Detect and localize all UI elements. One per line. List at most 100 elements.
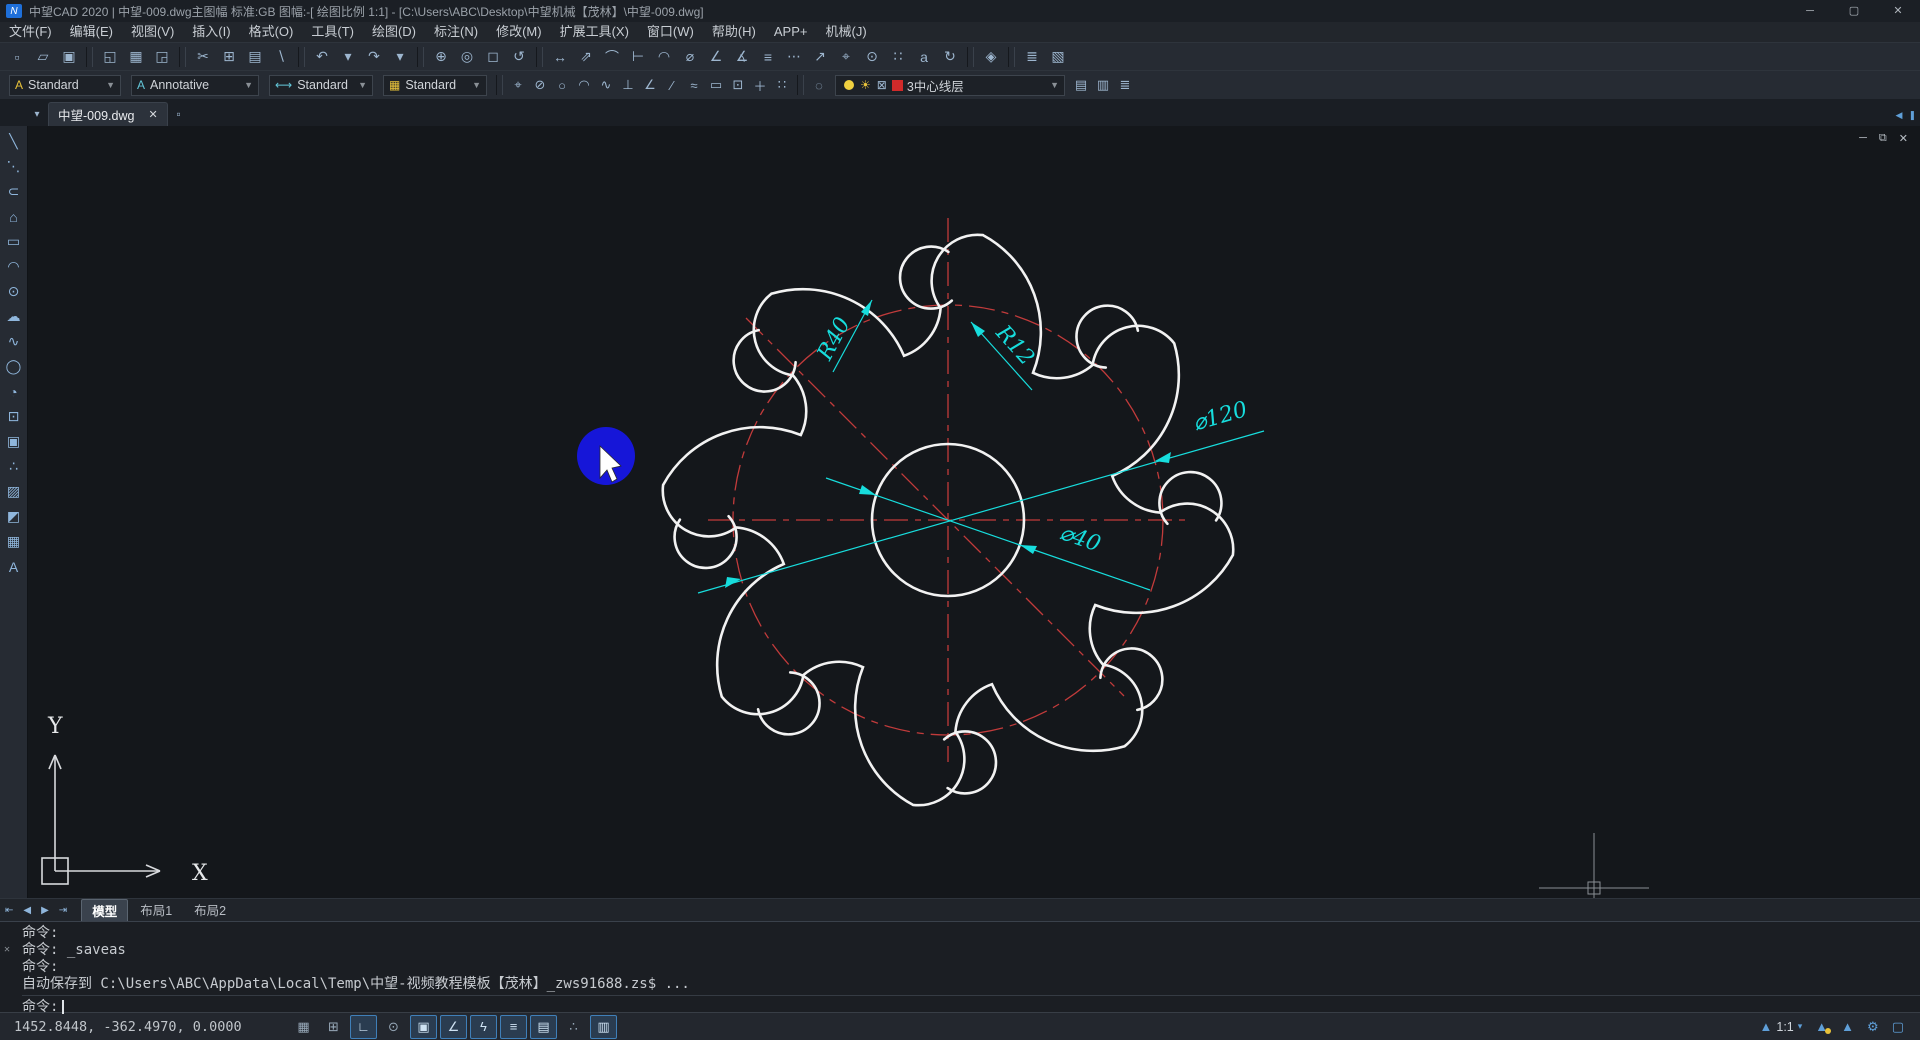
fullscreen-icon[interactable]: ▢ bbox=[1892, 1019, 1904, 1035]
new-button[interactable]: ▫ bbox=[5, 46, 29, 68]
tab-scroll-left-icon[interactable]: ◀ bbox=[1896, 110, 1903, 121]
dyn-input-toggle[interactable]: ϟ bbox=[470, 1015, 497, 1039]
circle-tool[interactable]: ⊙ bbox=[2, 279, 26, 304]
annotation-visibility-icon[interactable]: ▲ bbox=[1815, 1019, 1828, 1034]
quick-dim-button[interactable]: ∡ bbox=[730, 46, 754, 68]
cut-button[interactable]: ✂ bbox=[191, 46, 215, 68]
扩展工具(X)[interactable]: 扩展工具(X) bbox=[551, 22, 638, 42]
文件(F)[interactable]: 文件(F) bbox=[0, 22, 61, 42]
parallel-snap-icon[interactable]: ⁄ bbox=[661, 75, 683, 96]
arc-3point-tool[interactable]: ◠ bbox=[2, 254, 26, 279]
layer-previous-button[interactable]: ≣ bbox=[1114, 75, 1136, 96]
line-tool[interactable]: ╲ bbox=[2, 129, 26, 154]
print-button[interactable]: ▦ bbox=[124, 46, 148, 68]
标注(N)[interactable]: 标注(N) bbox=[425, 22, 487, 42]
command-window[interactable]: ✕ 命令: 命令: _saveas 命令: 自动保存到 C:\Users\ABC… bbox=[0, 921, 1920, 1012]
insertion-snap-icon[interactable]: ⊡ bbox=[727, 75, 749, 96]
annotation-style-combo[interactable]: A Annotative ▼ bbox=[131, 75, 259, 96]
zoom-window-button[interactable]: ◻ bbox=[481, 46, 505, 68]
redo-list-arrow[interactable]: ▾ bbox=[388, 46, 412, 68]
osnap-toggle[interactable]: ▣ bbox=[410, 1015, 437, 1039]
revcloud-tool[interactable]: ☁ bbox=[2, 304, 26, 329]
center-mark-button[interactable]: ⊙ bbox=[860, 46, 884, 68]
ordinate-dim-button[interactable]: ⊢ bbox=[626, 46, 650, 68]
arc-length-dim-button[interactable]: ⌒ bbox=[600, 46, 624, 68]
circle-snap-icon[interactable]: ○ bbox=[551, 75, 573, 96]
tolerance-button[interactable]: ⌖ bbox=[834, 46, 858, 68]
layer-states-button[interactable]: ▥ bbox=[1092, 75, 1114, 96]
ortho-toggle[interactable]: ∟ bbox=[350, 1015, 377, 1039]
tab-layout2[interactable]: 布局2 bbox=[184, 899, 236, 922]
tab-pin-icon[interactable]: ❚ bbox=[1908, 110, 1916, 121]
plot-preview-button[interactable]: ◱ bbox=[98, 46, 122, 68]
maximize-button[interactable]: ▢ bbox=[1832, 0, 1876, 22]
publish-button[interactable]: ◲ bbox=[150, 46, 174, 68]
open-button[interactable]: ▱ bbox=[31, 46, 55, 68]
angular-dim-button[interactable]: ∠ bbox=[704, 46, 728, 68]
tab-model[interactable]: 模型 bbox=[81, 899, 128, 922]
格式(O)[interactable]: 格式(O) bbox=[240, 22, 303, 42]
drawing-canvas[interactable]: ─ ⧉ ✕ bbox=[28, 126, 1920, 898]
minimize-button[interactable]: ─ bbox=[1788, 0, 1832, 22]
grid-toggle[interactable]: ▦ bbox=[290, 1015, 317, 1039]
first-layout-button[interactable]: ⇤ bbox=[0, 905, 18, 916]
dim-update-button[interactable]: ↻ bbox=[938, 46, 962, 68]
layer-combo[interactable]: ☀ ⊠ 3中心线层 ▼ bbox=[835, 75, 1065, 96]
aligned-dim-button[interactable]: ⇗ bbox=[574, 46, 598, 68]
new-sheet-button[interactable]: ▫ bbox=[168, 102, 190, 126]
command-input[interactable]: 命令: bbox=[22, 995, 1920, 1016]
design-center-button[interactable]: ▧ bbox=[1046, 46, 1070, 68]
snap-toggle[interactable]: ⊞ bbox=[320, 1015, 347, 1039]
properties-palette-button[interactable]: ≣ bbox=[1020, 46, 1044, 68]
match-properties-button[interactable]: ∖ bbox=[269, 46, 293, 68]
rectangle-tool[interactable]: ▭ bbox=[2, 229, 26, 254]
tab-close-icon[interactable]: ✕ bbox=[148, 108, 157, 121]
annotation-autoscale-icon[interactable]: ▲ bbox=[1841, 1019, 1854, 1034]
insert-block-tool[interactable]: ⊡ bbox=[2, 404, 26, 429]
mtext-tool[interactable]: A bbox=[2, 554, 26, 579]
arc-tool[interactable]: ⊂ bbox=[2, 179, 26, 204]
dim-style-combo[interactable]: ⟷ Standard ▼ bbox=[269, 75, 373, 96]
doc-restore-icon[interactable]: ⧉ bbox=[1879, 132, 1887, 145]
doc-close-icon[interactable]: ✕ bbox=[1899, 132, 1908, 145]
command-close-icon[interactable]: ✕ bbox=[4, 944, 10, 955]
dim-text-edit-button[interactable]: a bbox=[912, 46, 936, 68]
save-button[interactable]: ▣ bbox=[57, 46, 81, 68]
close-button[interactable]: ✕ bbox=[1876, 0, 1920, 22]
diameter-dim-button[interactable]: ⌀ bbox=[678, 46, 702, 68]
APP+[interactable]: APP+ bbox=[765, 22, 817, 42]
gear-icon[interactable]: ⚙ bbox=[1867, 1019, 1879, 1035]
linear-dim-button[interactable]: ↔ bbox=[548, 46, 572, 68]
doc-minimize-icon[interactable]: ─ bbox=[1859, 132, 1867, 145]
next-layout-button[interactable]: ▶ bbox=[36, 905, 54, 916]
document-tab[interactable]: 中望-009.dwg ✕ bbox=[48, 102, 168, 126]
prev-layout-button[interactable]: ◀ bbox=[18, 905, 36, 916]
undo-button[interactable]: ↶ bbox=[310, 46, 334, 68]
pan-button[interactable]: ⊕ bbox=[429, 46, 453, 68]
paste-button[interactable]: ▤ bbox=[243, 46, 267, 68]
text-style-combo[interactable]: A Standard ▼ bbox=[9, 75, 121, 96]
grid-snap-icon[interactable]: ∷ bbox=[771, 75, 793, 96]
机械(J)[interactable]: 机械(J) bbox=[817, 22, 876, 42]
arc-snap-icon[interactable]: ◠ bbox=[573, 75, 595, 96]
zoom-realtime-button[interactable]: ◎ bbox=[455, 46, 479, 68]
zoom-previous-button[interactable]: ↺ bbox=[507, 46, 531, 68]
angular-snap-icon[interactable]: ∠ bbox=[639, 75, 661, 96]
otrack-toggle[interactable]: ∠ bbox=[440, 1015, 467, 1039]
dim-style-button[interactable]: ◈ bbox=[979, 46, 1003, 68]
修改(M)[interactable]: 修改(M) bbox=[487, 22, 551, 42]
tab-list-dropdown[interactable]: ▾ bbox=[26, 102, 48, 126]
xline-tool[interactable]: ⋱ bbox=[2, 154, 26, 179]
polygon-tool[interactable]: ⌂ bbox=[2, 204, 26, 229]
编辑(E)[interactable]: 编辑(E) bbox=[61, 22, 122, 42]
rectangle-snap-icon[interactable]: ▭ bbox=[705, 75, 727, 96]
point-tool[interactable]: ∴ bbox=[2, 454, 26, 479]
ellipse-tool[interactable]: ◯ bbox=[2, 354, 26, 379]
spline-tool[interactable]: ∿ bbox=[2, 329, 26, 354]
cycle-select-toggle[interactable]: ∴ bbox=[560, 1015, 587, 1039]
ellipse-arc-tool[interactable]: ◔ bbox=[2, 379, 26, 404]
lineweight-toggle[interactable]: ≡ bbox=[500, 1015, 527, 1039]
nearest-snap-icon[interactable]: ≈ bbox=[683, 75, 705, 96]
table-style-combo[interactable]: ▦ Standard ▼ bbox=[383, 75, 487, 96]
copy-button[interactable]: ⊞ bbox=[217, 46, 241, 68]
